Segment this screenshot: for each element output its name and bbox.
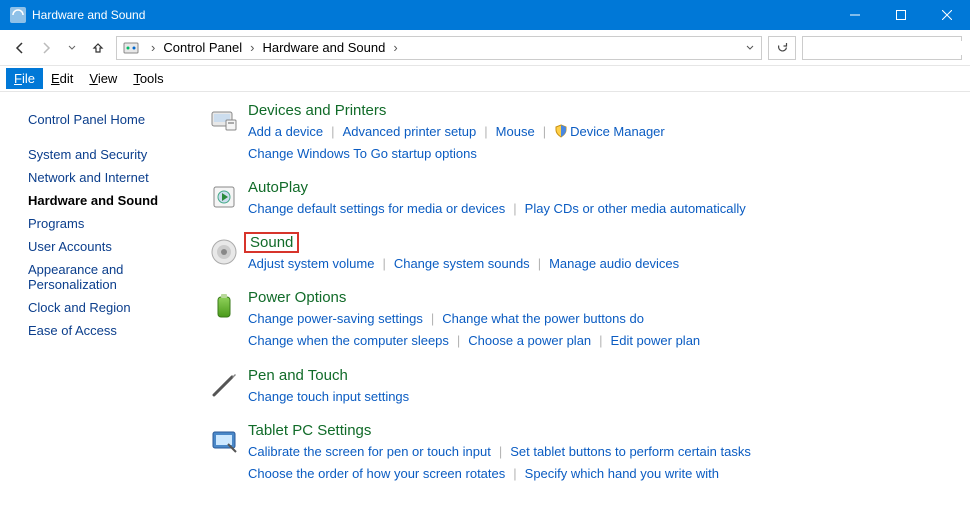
task-change-default-settings-for-media-or-devices[interactable]: Change default settings for media or dev…	[248, 201, 505, 216]
chevron-right-icon[interactable]: ›	[387, 40, 403, 55]
menu-file[interactable]: File	[6, 68, 43, 89]
task-advanced-printer-setup[interactable]: Advanced printer setup	[343, 124, 477, 139]
search-input[interactable]	[803, 41, 970, 55]
category-power[interactable]: Power Options	[248, 289, 346, 306]
menu-tools[interactable]: Tools	[125, 68, 171, 89]
task-calibrate-the-screen-for-pen-or-touch-input[interactable]: Calibrate the screen for pen or touch in…	[248, 444, 491, 459]
pen-icon	[200, 367, 248, 408]
sidebar-item-clock-and-region[interactable]: Clock and Region	[28, 296, 200, 319]
task-device-manager[interactable]: Device Manager	[554, 124, 665, 139]
category-tablet[interactable]: Tablet PC Settings	[248, 422, 371, 439]
sidebar-item-ease-of-access[interactable]: Ease of Access	[28, 319, 200, 342]
nav-bar: › Control Panel › Hardware and Sound ›	[0, 30, 970, 66]
task-change-what-the-power-buttons-do[interactable]: Change what the power buttons do	[442, 311, 644, 326]
search-box[interactable]	[802, 36, 962, 60]
sidebar-item-hardware-and-sound[interactable]: Hardware and Sound	[28, 189, 200, 212]
task-change-power-saving-settings[interactable]: Change power-saving settings	[248, 311, 423, 326]
shield-icon	[554, 124, 568, 138]
task-choose-the-order-of-how-your-screen-rotates[interactable]: Choose the order of how your screen rota…	[248, 466, 505, 481]
sidebar-item-network-and-internet[interactable]: Network and Internet	[28, 166, 200, 189]
content-area: Devices and PrintersAdd a device|Advance…	[200, 92, 970, 525]
control-panel-icon	[123, 40, 139, 56]
task-mouse[interactable]: Mouse	[496, 124, 535, 139]
back-button[interactable]	[8, 36, 32, 60]
forward-button[interactable]	[34, 36, 58, 60]
sidebar-item-system-and-security[interactable]: System and Security	[28, 143, 200, 166]
task-change-windows-to-go-startup-options[interactable]: Change Windows To Go startup options	[248, 146, 477, 161]
title-bar: Hardware and Sound	[0, 0, 970, 30]
address-bar[interactable]: › Control Panel › Hardware and Sound ›	[116, 36, 762, 60]
task-add-a-device[interactable]: Add a device	[248, 124, 323, 139]
menu-bar: File Edit View Tools	[0, 66, 970, 92]
sound-icon	[200, 234, 248, 275]
task-choose-a-power-plan[interactable]: Choose a power plan	[468, 333, 591, 348]
task-play-cds-or-other-media-automatically[interactable]: Play CDs or other media automatically	[525, 201, 746, 216]
app-icon	[10, 7, 26, 23]
minimize-button[interactable]	[832, 0, 878, 30]
task-change-system-sounds[interactable]: Change system sounds	[394, 256, 530, 271]
task-edit-power-plan[interactable]: Edit power plan	[611, 333, 701, 348]
sidebar: Control Panel Home System and SecurityNe…	[0, 92, 200, 525]
sidebar-item-user-accounts[interactable]: User Accounts	[28, 235, 200, 258]
tablet-icon	[200, 422, 248, 485]
maximize-button[interactable]	[878, 0, 924, 30]
category-pen[interactable]: Pen and Touch	[248, 367, 348, 384]
chevron-right-icon[interactable]: ›	[244, 40, 260, 55]
refresh-button[interactable]	[768, 36, 796, 60]
power-icon	[200, 289, 248, 352]
category-autoplay[interactable]: AutoPlay	[248, 179, 308, 196]
menu-view[interactable]: View	[81, 68, 125, 89]
devices-icon	[200, 102, 248, 165]
chevron-right-icon[interactable]: ›	[145, 40, 161, 55]
menu-edit[interactable]: Edit	[43, 68, 81, 89]
close-button[interactable]	[924, 0, 970, 30]
task-manage-audio-devices[interactable]: Manage audio devices	[549, 256, 679, 271]
category-sound[interactable]: Sound	[244, 232, 299, 253]
task-specify-which-hand-you-write-with[interactable]: Specify which hand you write with	[525, 466, 719, 481]
breadcrumb-root[interactable]: Control Panel	[161, 40, 244, 55]
task-change-when-the-computer-sleeps[interactable]: Change when the computer sleeps	[248, 333, 449, 348]
breadcrumb-current[interactable]: Hardware and Sound	[260, 40, 387, 55]
window-title: Hardware and Sound	[32, 8, 832, 22]
sidebar-item-appearance-and-personalization[interactable]: Appearance and Personalization	[28, 258, 168, 296]
category-devices[interactable]: Devices and Printers	[248, 102, 386, 119]
address-dropdown[interactable]	[739, 44, 761, 52]
task-change-touch-input-settings[interactable]: Change touch input settings	[248, 389, 409, 404]
up-button[interactable]	[86, 36, 110, 60]
autoplay-icon	[200, 179, 248, 220]
recent-dropdown[interactable]	[60, 36, 84, 60]
sidebar-item-programs[interactable]: Programs	[28, 212, 200, 235]
task-adjust-system-volume[interactable]: Adjust system volume	[248, 256, 374, 271]
task-set-tablet-buttons-to-perform-certain-tasks[interactable]: Set tablet buttons to perform certain ta…	[510, 444, 751, 459]
control-panel-home[interactable]: Control Panel Home	[28, 108, 200, 131]
